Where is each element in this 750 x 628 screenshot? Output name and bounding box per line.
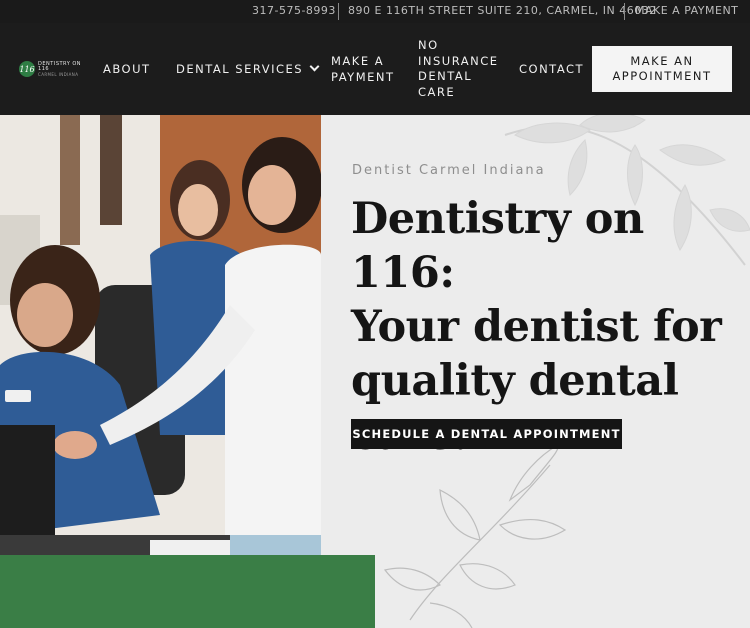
address-link[interactable]: 890 E 116TH STREET SUITE 210, CARMEL, IN… [348,4,657,17]
schedule-appointment-button[interactable]: SCHEDULE A DENTAL APPOINTMENT [351,419,622,449]
nav-no-insurance-line1: NO [418,38,439,52]
nav-no-insurance-line4: CARE [418,84,456,99]
make-appointment-line2: APPOINTMENT [612,69,712,83]
make-payment-top-link[interactable]: MAKE A PAYMENT [635,4,738,17]
hero-photo [0,115,321,555]
make-appointment-line1: MAKE AN [630,54,694,68]
main-navigation: 116 DENTISTRY ON 116 CARMEL INDIANA ABOU… [0,23,750,115]
hero-eyebrow: Dentist Carmel Indiana [352,163,546,178]
nav-no-insurance-dental-care[interactable]: NO INSURANCE DENTAL CARE [418,38,499,100]
hero-headline-line1: Dentistry on 116: [351,194,644,298]
staff-photo-illustration [0,115,321,555]
nav-about[interactable]: ABOUT [103,62,151,78]
hero-headline-line2: Your dentist for [351,302,722,352]
nav-about-label: ABOUT [103,62,151,76]
site-logo[interactable]: 116 DENTISTRY ON 116 CARMEL INDIANA [19,61,91,77]
nav-contact[interactable]: CONTACT [519,62,584,78]
divider [624,3,625,20]
leaf-outline-decoration-icon [383,445,567,628]
nav-no-insurance-line2: INSURANCE [418,53,499,68]
phone-link[interactable]: 317-575-8993 [252,4,336,17]
nav-make-payment[interactable]: MAKE A PAYMENT [331,54,395,85]
nav-contact-label: CONTACT [519,62,585,76]
accent-block [0,555,375,628]
divider [338,3,339,20]
logo-line-2: CARMEL INDIANA [38,71,79,77]
nav-dental-services[interactable]: DENTAL SERVICES [176,61,320,78]
chevron-down-icon [309,61,320,72]
nav-no-insurance-line3: DENTAL [418,69,473,83]
logo-line-1: DENTISTRY ON 116 [38,60,82,72]
nav-dental-services-label: DENTAL SERVICES [176,62,304,76]
nav-make-payment-line2: PAYMENT [331,69,395,84]
hero-headline-line3: quality dental [351,356,679,406]
nav-make-payment-line1: MAKE A [331,54,385,68]
make-appointment-button[interactable]: MAKE AN APPOINTMENT [592,46,732,92]
logo-mark: 116 [19,61,36,77]
logo-text: DENTISTRY ON 116 CARMEL INDIANA [38,60,91,77]
hero-section: Dentist Carmel Indiana Dentistry on 116:… [0,115,750,628]
top-info-bar: 317-575-8993 890 E 116TH STREET SUITE 21… [0,0,750,23]
